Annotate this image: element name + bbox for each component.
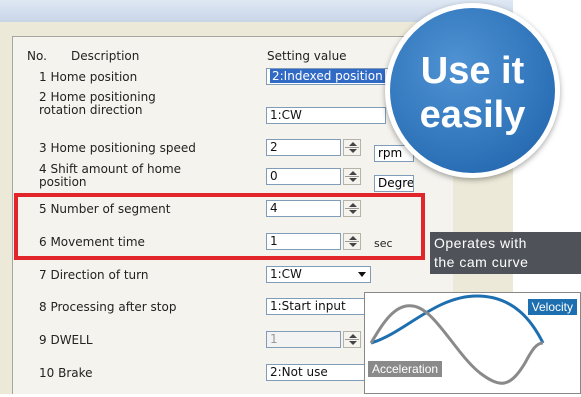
column-header-no: No. — [27, 49, 47, 63]
row-label-home-positioning-speed: 3 Home positioning speed — [39, 141, 196, 155]
home-rotation-direction-select[interactable]: 1:CW — [266, 107, 386, 124]
row-label-processing-after-stop: 8 Processing after stop — [39, 300, 177, 314]
velocity-curve — [370, 294, 545, 345]
badge-line-1: Use it — [420, 50, 525, 92]
processing-after-stop-select[interactable]: 1:Start input — [266, 298, 371, 315]
row-label-home-positioning-rotation-direction: 2 Home positioning rotation direction — [39, 90, 156, 117]
velocity-label: Velocity — [527, 299, 577, 315]
use-it-easily-badge: Use it easily — [385, 3, 560, 178]
column-header-setting-value: Setting value — [267, 49, 347, 63]
direction-of-turn-value: 1:CW — [270, 267, 302, 281]
shift-amount-input[interactable]: 0 — [266, 168, 341, 185]
caption-line-1: Operates with — [434, 235, 527, 251]
home-positioning-speed-spinner[interactable] — [343, 139, 361, 156]
cam-curve-caption: Operates with the cam curve — [430, 232, 581, 274]
highlight-frame — [14, 193, 425, 260]
processing-after-stop-value: 1:Start input — [270, 299, 346, 313]
row-label-shift-amount-of-home-position: 4 Shift amount of home position — [39, 162, 182, 189]
dwell-input[interactable]: 1 — [266, 331, 341, 348]
row-label-direction-of-turn: 7 Direction of turn — [39, 268, 149, 282]
cam-curve-graph: Velocity Acceleration — [364, 292, 581, 394]
caption-line-2: the cam curve — [434, 254, 529, 270]
dwell-spinner[interactable] — [343, 331, 361, 348]
shift-amount-spinner[interactable] — [343, 168, 361, 185]
column-header-description: Description — [71, 49, 140, 63]
acceleration-label: Acceleration — [368, 361, 443, 377]
brake-value: 2:Not use — [270, 365, 328, 379]
shift-amount-unit-select[interactable]: Degree — [374, 175, 414, 192]
brake-select[interactable]: 2:Not use — [266, 364, 371, 381]
direction-of-turn-select[interactable]: 1:CW — [266, 266, 371, 283]
row-label-home-position: 1 Home position — [39, 70, 138, 84]
chevron-down-icon — [358, 272, 366, 277]
home-rotation-direction-value: 1:CW — [270, 108, 302, 122]
row-label-brake: 10 Brake — [39, 366, 93, 380]
row-label-dwell: 9 DWELL — [39, 333, 93, 347]
badge-line-2: easily — [419, 94, 526, 136]
home-position-value: 2:Indexed position — [270, 69, 385, 83]
home-positioning-speed-input[interactable]: 2 — [266, 139, 341, 156]
